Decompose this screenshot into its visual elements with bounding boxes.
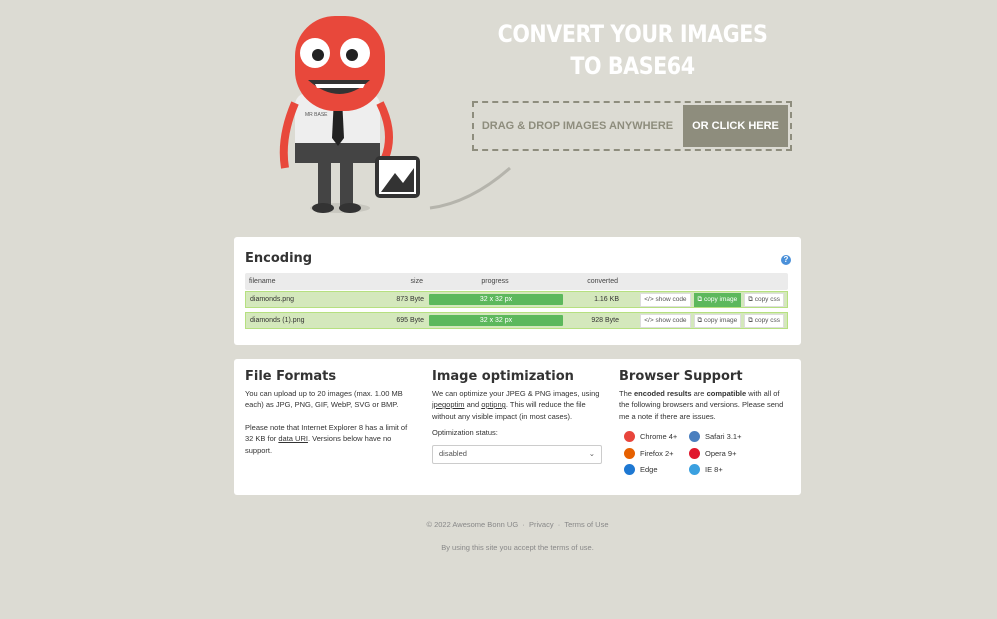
col-size: size bbox=[410, 278, 423, 285]
browser-name: Opera 9+ bbox=[705, 448, 737, 458]
chevron-down-icon: ⌄ bbox=[588, 449, 595, 459]
size: 873 Byte bbox=[396, 296, 424, 303]
table-row: diamonds (1).png 695 Byte 32 x 32 px 928… bbox=[245, 312, 788, 329]
drop-zone-text: DRAG & DROP IMAGES ANYWHERE bbox=[481, 120, 674, 132]
info-card: File Formats You can upload up to 20 ima… bbox=[234, 359, 801, 495]
browser-item: Safari 3.1+ bbox=[689, 431, 754, 443]
encoding-card: Encoding ? filename size progress conver… bbox=[234, 237, 801, 345]
browser-name: Firefox 2+ bbox=[640, 448, 674, 458]
terms-note: By using this site you accept the terms … bbox=[441, 543, 594, 552]
privacy-link[interactable]: Privacy bbox=[529, 520, 554, 529]
browser-logo-icon bbox=[689, 464, 700, 476]
help-icon[interactable]: ? bbox=[781, 255, 791, 265]
show-code-button[interactable]: </> show code bbox=[640, 292, 691, 307]
browser-item: Opera 9+ bbox=[689, 447, 754, 460]
optimization-title: Image optimization bbox=[432, 369, 574, 384]
ie8-note: Please note that Internet Explorer 8 has… bbox=[245, 422, 408, 455]
optimization-section: Image optimization We can optimize your … bbox=[432, 369, 602, 464]
optimization-text: We can optimize your JPEG & PNG images, … bbox=[432, 388, 600, 421]
table-row: diamonds.png 873 Byte 32 x 32 px 1.16 KB… bbox=[245, 291, 788, 308]
file-formats-title: File Formats bbox=[245, 369, 337, 384]
copy-image-button[interactable]: ⧉ copy image bbox=[693, 313, 742, 328]
copy-css-button[interactable]: ⧉ copy css bbox=[744, 313, 784, 328]
mascot-shirt-text: MR BASE bbox=[305, 112, 328, 118]
optimization-select[interactable]: disabled ⌄ bbox=[432, 444, 602, 464]
browser-logo-icon bbox=[689, 447, 700, 459]
col-progress: progress bbox=[481, 278, 509, 285]
browser-name: IE 8+ bbox=[705, 465, 723, 474]
browser-item: Firefox 2+ bbox=[624, 447, 689, 460]
show-code-button[interactable]: </> show code bbox=[640, 313, 691, 328]
browser-title: Browser Support bbox=[619, 369, 743, 384]
drop-zone[interactable]: DRAG & DROP IMAGES ANYWHERE OR CLICK HER… bbox=[472, 101, 792, 151]
col-filename: filename bbox=[249, 278, 276, 285]
encoding-title: Encoding bbox=[245, 251, 313, 266]
converted-size: 1.16 KB bbox=[594, 296, 619, 303]
converted-size: 928 Byte bbox=[591, 317, 619, 324]
terms-link[interactable]: Terms of Use bbox=[564, 520, 608, 529]
filename: diamonds.png bbox=[250, 296, 294, 303]
table-header: filename size progress converted bbox=[245, 273, 788, 290]
copy-image-button[interactable]: ⧉ copy image bbox=[693, 292, 742, 307]
file-formats-text: You can upload up to 20 images (max. 1.0… bbox=[245, 388, 403, 410]
browser-logo-icon bbox=[624, 431, 635, 443]
browser-item: Chrome 4+ bbox=[624, 431, 689, 443]
filename: diamonds (1).png bbox=[250, 317, 305, 324]
footer-links: © 2022 Awesome Bonn UG · Privacy · Terms… bbox=[426, 520, 609, 529]
browser-name: Chrome 4+ bbox=[640, 432, 678, 441]
jpegoptim-link[interactable]: jpegoptim bbox=[432, 400, 465, 409]
progress-bar: 32 x 32 px bbox=[429, 294, 563, 305]
browser-item: Edge bbox=[624, 464, 689, 476]
copyright: © 2022 Awesome Bonn UG bbox=[426, 520, 519, 529]
progress-bar: 32 x 32 px bbox=[429, 315, 563, 326]
browser-name: Safari 3.1+ bbox=[705, 432, 742, 441]
browser-support-section: Browser Support The encoded results are … bbox=[619, 369, 789, 476]
browser-name: Edge bbox=[640, 465, 658, 474]
size: 695 Byte bbox=[396, 317, 424, 324]
col-converted: converted bbox=[587, 278, 618, 285]
browser-text: The encoded results are compatible with … bbox=[619, 388, 784, 421]
browser-logo-icon bbox=[689, 431, 700, 443]
optimization-status-label: Optimization status: bbox=[432, 428, 498, 437]
browser-logo-icon bbox=[624, 447, 635, 459]
upload-button[interactable]: OR CLICK HERE bbox=[683, 105, 788, 147]
file-formats-section: File Formats You can upload up to 20 ima… bbox=[245, 369, 415, 456]
browser-item: IE 8+ bbox=[689, 464, 754, 476]
copy-css-button[interactable]: ⧉ copy css bbox=[744, 292, 784, 307]
optipng-link[interactable]: optipng bbox=[481, 400, 506, 409]
browser-logo-icon bbox=[624, 464, 635, 476]
page-title: CONVERT YOUR IMAGES TO BASE64 bbox=[497, 20, 768, 80]
data-uri-link[interactable]: data URI bbox=[278, 434, 308, 443]
